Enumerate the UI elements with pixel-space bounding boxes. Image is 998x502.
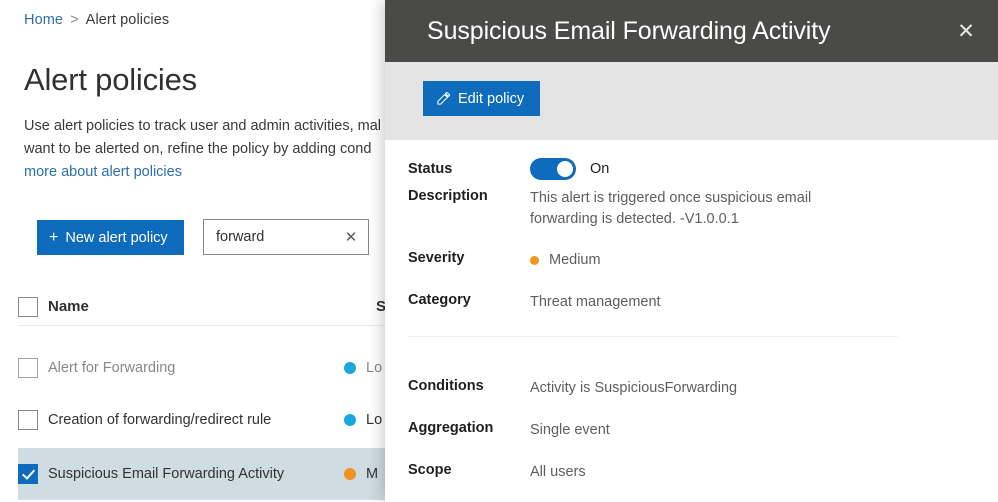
flyout-command-bar: Edit policy	[385, 62, 998, 140]
breadcrumb-home-link[interactable]: Home	[24, 12, 63, 28]
search-input[interactable]	[214, 228, 340, 246]
row-checkbox[interactable]	[18, 410, 38, 430]
policy-details-flyout: Suspicious Email Forwarding Activity ✕ E…	[385, 0, 998, 502]
detail-label-scope: Scope	[408, 462, 452, 478]
status-toggle-label: On	[590, 161, 610, 177]
row-severity-label: Lo	[366, 360, 383, 376]
search-box[interactable]: ✕	[203, 219, 369, 255]
page-description: Use alert policies to track user and adm…	[24, 115, 430, 184]
row-checkbox[interactable]	[18, 358, 38, 378]
new-alert-policy-button[interactable]: + New alert policy	[37, 220, 184, 255]
row-severity: Lo	[344, 360, 382, 376]
detail-label-conditions: Conditions	[408, 378, 484, 394]
detail-row-description: Description This alert is triggered once…	[385, 188, 998, 230]
breadcrumb-separator: >	[70, 12, 79, 28]
page-description-line-2: want to be alerted on, refine the policy…	[24, 141, 372, 157]
page-description-line-1: Use alert policies to track user and adm…	[24, 118, 382, 134]
severity-dot-icon	[344, 362, 356, 374]
detail-row-scope: Scope All users	[385, 462, 998, 483]
severity-text: Medium	[549, 252, 601, 268]
row-severity-label: Lo	[366, 412, 383, 428]
detail-row-severity: Severity Medium	[385, 250, 998, 271]
severity-dot-icon	[530, 256, 539, 265]
detail-label-status: Status	[408, 161, 453, 177]
table-row[interactable]: Suspicious Email Forwarding Activity M	[18, 448, 430, 500]
row-severity: Lo	[344, 412, 382, 428]
column-header-name[interactable]: Name	[48, 298, 89, 315]
flyout-header: Suspicious Email Forwarding Activity ✕	[385, 0, 998, 62]
flyout-title: Suspicious Email Forwarding Activity	[427, 16, 831, 45]
row-name: Alert for Forwarding	[48, 360, 176, 376]
page-title: Alert policies	[24, 62, 197, 97]
edit-policy-button[interactable]: Edit policy	[423, 81, 541, 116]
edit-policy-label: Edit policy	[458, 90, 525, 107]
row-severity-label: M	[366, 466, 379, 482]
row-name: Suspicious Email Forwarding Activity	[48, 466, 285, 482]
detail-label-aggregation: Aggregation	[408, 420, 494, 436]
new-alert-policy-label: New alert policy	[65, 229, 168, 246]
plus-icon: +	[49, 228, 59, 246]
pencil-icon	[437, 91, 451, 105]
learn-more-link[interactable]: more about alert policies	[24, 161, 430, 184]
row-checkbox[interactable]	[18, 464, 38, 484]
toggle-knob	[557, 161, 573, 177]
app-root: Home > Alert policies Alert policies Use a…	[0, 0, 998, 502]
clear-x-icon[interactable]: ✕	[340, 226, 362, 248]
detail-label-severity: Severity	[408, 250, 465, 266]
row-name: Creation of forwarding/redirect rule	[48, 412, 272, 428]
breadcrumb-current: Alert policies	[85, 12, 170, 28]
table-row[interactable]: Creation of forwarding/redirect rule Lo	[18, 394, 430, 446]
table-header-row: Name S	[18, 288, 430, 326]
detail-value-description: This alert is triggered once suspicious …	[530, 190, 812, 227]
detail-label-description: Description	[408, 188, 488, 204]
detail-label-category: Category	[408, 292, 471, 308]
breadcrumb: Home > Alert policies	[24, 12, 169, 28]
detail-row-conditions: Conditions Activity is SuspiciousForward…	[385, 378, 998, 399]
detail-value-scope: All users	[530, 464, 586, 480]
detail-row-status: Status On	[385, 158, 998, 180]
detail-row-category: Category Threat management	[385, 292, 998, 313]
select-all-checkbox[interactable]	[18, 296, 38, 317]
alert-policies-page: Home > Alert policies Alert policies Use a…	[0, 0, 430, 502]
row-severity: M	[344, 466, 378, 482]
severity-dot-icon	[344, 414, 356, 426]
detail-value-severity: Medium	[530, 250, 601, 271]
close-icon[interactable]: ✕	[946, 11, 986, 51]
detail-value-conditions: Activity is SuspiciousForwarding	[530, 380, 738, 396]
section-divider	[408, 336, 898, 337]
status-toggle[interactable]	[530, 158, 576, 180]
severity-dot-icon	[344, 468, 356, 480]
detail-row-aggregation: Aggregation Single event	[385, 420, 998, 441]
flyout-body: Status On Description This alert is trig…	[385, 140, 998, 502]
detail-value-aggregation: Single event	[530, 422, 610, 438]
detail-value-category: Threat management	[530, 294, 661, 310]
table-row[interactable]: Alert for Forwarding Lo	[18, 342, 430, 394]
